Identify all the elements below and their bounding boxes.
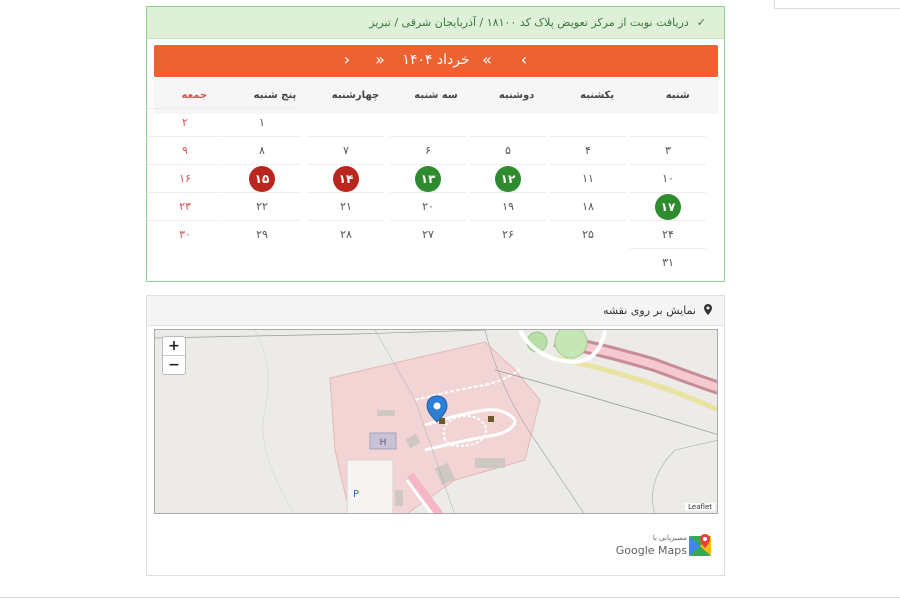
- google-maps-label: Google Maps: [615, 544, 687, 557]
- side-panel-fragment: [774, 0, 900, 9]
- appointment-calendar-panel: ✓ دریافت نوبت از مرکز تعویض پلاک کد ۱۸۱۰…: [146, 6, 725, 282]
- svg-text:P: P: [353, 489, 359, 500]
- map-panel-title: نمایش بر روی نقشه: [602, 304, 696, 317]
- weekday-monday: دوشنبه: [498, 90, 535, 101]
- prev-month-button[interactable]: ‹: [514, 45, 534, 77]
- month-navigation-bar: › » خرداد ۱۴۰۴ « ‹: [154, 45, 718, 77]
- panel-header: ✓ دریافت نوبت از مرکز تعویض پلاک کد ۱۸۱۰…: [147, 7, 724, 39]
- calendar-day-cell: ۱۵: [224, 164, 300, 192]
- calendar-day-cell: ۲۸: [308, 220, 384, 248]
- calendar-day-cell: ۸: [224, 136, 300, 164]
- full-day-badge: ۱۵: [249, 166, 275, 192]
- calendar-day-cell: ۱: [224, 108, 300, 136]
- calendar-day-cell: ۱۸: [550, 192, 626, 220]
- calendar-day-cell: ۲۲: [224, 192, 300, 220]
- available-day-badge[interactable]: ۱۷: [655, 194, 681, 220]
- google-maps-route-button[interactable]: مسیریابی با Google Maps: [616, 534, 715, 558]
- calendar-day-cell: ۲۹: [224, 220, 300, 248]
- calendar-day-cell: ۳۰: [147, 220, 223, 248]
- prev-year-button[interactable]: «: [477, 45, 497, 77]
- google-maps-icon: [689, 534, 711, 556]
- map-marker-icon: [704, 303, 712, 318]
- check-icon: ✓: [696, 16, 706, 29]
- calendar-day-cell: ۷: [308, 136, 384, 164]
- panel-title: دریافت نوبت از مرکز تعویض پلاک کد ۱۸۱۰۰ …: [369, 16, 689, 29]
- zoom-control: + −: [162, 336, 186, 375]
- weekday-tuesday: سه شنبه: [414, 90, 458, 101]
- calendar-day-cell: ۹: [147, 136, 223, 164]
- calendar-day-cell: ۲۶: [470, 220, 546, 248]
- calendar-day-cell[interactable]: ۱۲: [470, 164, 546, 192]
- calendar-day-cell: ۱۶: [147, 164, 223, 192]
- calendar-day-cell: ۲۳: [147, 192, 223, 220]
- calendar-day-cell: ۲۵: [550, 220, 626, 248]
- svg-text:H: H: [380, 438, 387, 448]
- next-month-button[interactable]: ›: [337, 45, 357, 77]
- calendar-day-cell[interactable]: ۱۳: [390, 164, 466, 192]
- month-title: خرداد ۱۴۰۴: [402, 52, 470, 68]
- calendar-day-cell: ۲۰: [390, 192, 466, 220]
- calendar-day-cell: ۴: [550, 136, 626, 164]
- calendar-day-cell: ۵: [470, 136, 546, 164]
- calendar-day-cell: ۶: [390, 136, 466, 164]
- calendar-day-cell: ۱۴: [308, 164, 384, 192]
- weekday-saturday: شنبه: [665, 90, 690, 101]
- route-label: مسیریابی با: [652, 534, 687, 542]
- full-day-badge: ۱۴: [333, 166, 359, 192]
- map-panel: نمایش بر روی نقشه H P + − Leaflet مسیریا…: [146, 295, 725, 576]
- available-day-badge[interactable]: ۱۳: [415, 166, 441, 192]
- calendar-day-cell: ۳: [630, 136, 706, 164]
- calendar-day-cell: ۱۱: [550, 164, 626, 192]
- leaflet-attribution[interactable]: Leaflet: [685, 503, 715, 511]
- available-day-badge[interactable]: ۱۲: [495, 166, 521, 192]
- map-panel-header: نمایش بر روی نقشه: [147, 296, 724, 326]
- calendar-day-cell: ۲۱: [308, 192, 384, 220]
- weekday-wednesday: چهارشنبه: [331, 90, 380, 101]
- page-divider: [0, 597, 900, 598]
- zoom-out-icon[interactable]: −: [163, 355, 185, 374]
- calendar-day-cell: ۱۰: [630, 164, 706, 192]
- next-year-button[interactable]: »: [370, 45, 390, 77]
- map-tiles: H P: [155, 330, 717, 513]
- calendar-day-cell: ۲۴: [630, 220, 706, 248]
- calendar-day-cell[interactable]: ۱۷: [630, 192, 706, 220]
- calendar-day-cell: ۲۷: [390, 220, 466, 248]
- weekday-sunday: یکشنبه: [580, 90, 615, 101]
- zoom-in-icon[interactable]: +: [163, 337, 185, 355]
- calendar-day-cell: ۱۹: [470, 192, 546, 220]
- map-view[interactable]: H P + − Leaflet: [154, 329, 718, 514]
- calendar-day-cell: ۲: [147, 108, 223, 136]
- calendar-day-cell: ۳۱: [630, 248, 706, 276]
